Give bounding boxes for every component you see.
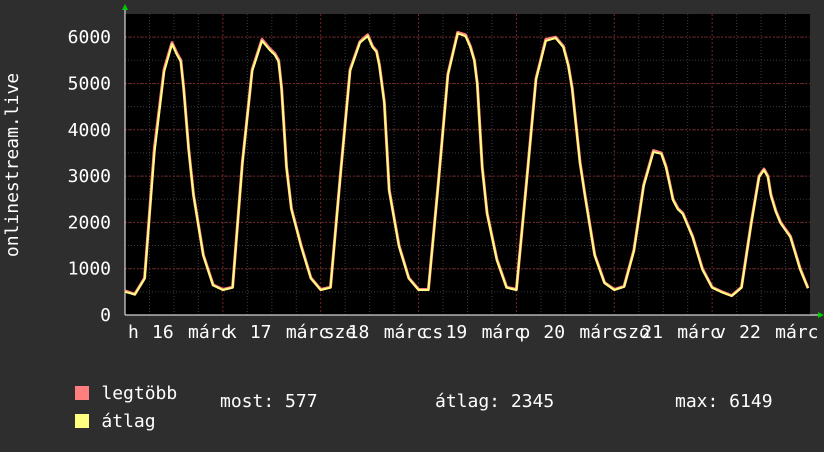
x-tick-label: 20 [543, 322, 565, 343]
y-tick-label: 4000 [68, 120, 111, 141]
x-tick-label: márc [384, 322, 427, 343]
y-tick-label: 1000 [68, 259, 111, 280]
legend-item-avg: átlag [32, 392, 156, 432]
y-tick-label: 2000 [68, 212, 111, 233]
x-tick-label: 19 [446, 322, 468, 343]
stat-current: most: 577 [220, 391, 318, 412]
y-tick-label: 3000 [68, 166, 111, 187]
x-tick-label: v [715, 322, 726, 343]
y-tick-label: 5000 [68, 73, 111, 94]
x-tick-label: cs [422, 322, 444, 343]
x-tick-label: h [128, 322, 139, 343]
x-tick-label: 16 [152, 322, 174, 343]
legend-swatch-avg [75, 413, 90, 428]
x-tick-label: 22 [739, 322, 761, 343]
x-tick-label: p [519, 322, 530, 343]
x-tick-label: márc [677, 322, 720, 343]
plot-area: 0100020003000400050006000h 16 márck 17 márcs… [68, 4, 824, 343]
y-axis-arrow [122, 4, 128, 10]
x-tick-label: márc [188, 322, 231, 343]
x-tick-label: 17 [250, 322, 272, 343]
x-tick-label: k [226, 322, 237, 343]
y-tick-label: 6000 [68, 27, 111, 48]
x-tick-label: 18 [348, 322, 370, 343]
x-tick-label: márc [286, 322, 329, 343]
stat-max: max: 6149 [675, 391, 773, 412]
x-axis-arrow [818, 312, 824, 318]
x-tick-label: márc [775, 322, 818, 343]
legend-item-max: legtöbb [32, 364, 177, 404]
x-tick-label: 21 [641, 322, 663, 343]
x-tick-label: márc [579, 322, 622, 343]
legend-label-avg: átlag [101, 411, 156, 432]
chart-container: onlinestream.live 0 1000 2000 3000 4000 5000 6… [0, 0, 824, 432]
stat-average: átlag: 2345 [435, 391, 555, 412]
y-tick-label: 0 [100, 305, 111, 326]
x-tick-label: márc [482, 322, 525, 343]
